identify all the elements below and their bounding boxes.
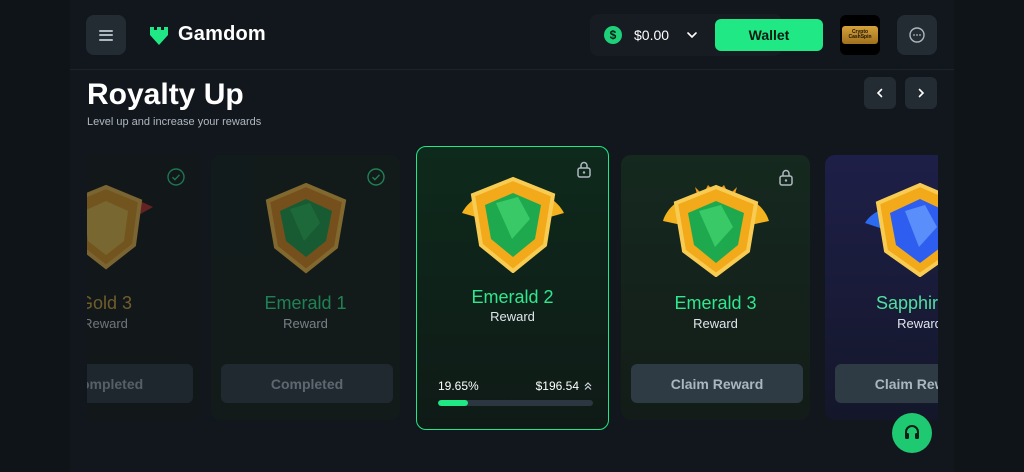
promo-badge: Crypto CashSpin — [842, 26, 878, 44]
claim-reward-button[interactable]: Claim Reward — [631, 364, 803, 403]
card-title: Emerald 2 — [471, 287, 554, 307]
reward-card-gold-3[interactable]: Gold 3 Reward Completed — [87, 155, 200, 420]
card-title: Emerald 1 — [264, 293, 347, 313]
chat-icon — [909, 27, 925, 43]
sapphire-badge-icon — [865, 182, 938, 277]
card-title: Emerald 3 — [674, 293, 757, 313]
card-subtitle: Reward — [87, 316, 128, 331]
support-button[interactable] — [892, 413, 932, 453]
lock-icon — [577, 161, 591, 178]
emerald-badge-icon — [663, 184, 769, 277]
headset-icon — [905, 425, 919, 439]
emerald-badge-icon — [265, 182, 347, 274]
card-subtitle: Reward — [490, 309, 535, 324]
page-title: Royalty Up — [87, 78, 244, 111]
reward-card-emerald-1[interactable]: Emerald 1 Reward Completed — [211, 155, 400, 420]
promo-text: Crypto CashSpin — [848, 29, 872, 40]
emerald-badge-icon — [462, 176, 564, 273]
progress-fill — [438, 400, 469, 406]
logo[interactable]: Gamdom — [148, 22, 266, 46]
reward-card-sapphire-1[interactable]: Sapphire 1 Reward Claim Reward — [825, 155, 938, 420]
menu-button[interactable] — [86, 15, 126, 55]
gold-badge-icon — [87, 184, 153, 270]
top-bar: Gamdom $ $0.00 Wallet Crypto CashSpin — [70, 0, 954, 70]
chat-button[interactable] — [897, 15, 937, 55]
currency-icon: $ — [604, 26, 622, 44]
card-subtitle: Reward — [283, 316, 328, 331]
check-circle-icon — [167, 168, 185, 186]
check-circle-icon — [367, 168, 385, 186]
rewards-carousel: Gold 3 Reward Completed Emerald 1 Reward… — [87, 140, 938, 440]
progress-amount: $196.54 — [535, 379, 579, 393]
chevron-right-icon — [918, 88, 925, 98]
brand-name: Gamdom — [178, 22, 266, 45]
completed-button: Completed — [221, 364, 393, 403]
carousel-next-button[interactable] — [905, 77, 937, 109]
crypto-cashspin-promo[interactable]: Crypto CashSpin — [840, 15, 880, 55]
card-subtitle: Reward — [897, 316, 938, 331]
logo-icon — [150, 27, 168, 45]
claim-reward-button[interactable]: Claim Reward — [835, 364, 938, 403]
chevron-down-icon — [687, 32, 697, 39]
menu-icon — [99, 29, 113, 41]
progress-row: 19.65% $196.54 — [438, 379, 593, 393]
page-subtitle: Level up and increase your rewards — [87, 116, 262, 128]
progress-percent: 19.65% — [438, 379, 479, 393]
card-title: Gold 3 — [87, 293, 133, 313]
carousel-prev-button[interactable] — [864, 77, 896, 109]
double-chevron-up-icon — [584, 382, 592, 390]
completed-button: Completed — [87, 364, 193, 403]
wallet-button[interactable]: Wallet — [715, 19, 823, 51]
chevron-left-icon — [876, 88, 883, 98]
balance-amount: $0.00 — [634, 27, 670, 43]
reward-card-emerald-2[interactable]: Emerald 2 Reward 19.65% $196.54 — [416, 146, 609, 430]
card-subtitle: Reward — [693, 316, 738, 331]
card-title: Sapphire 1 — [875, 293, 938, 313]
progress-bar — [438, 400, 593, 406]
lock-icon — [779, 169, 793, 186]
reward-card-emerald-3[interactable]: Emerald 3 Reward Claim Reward — [621, 155, 810, 420]
